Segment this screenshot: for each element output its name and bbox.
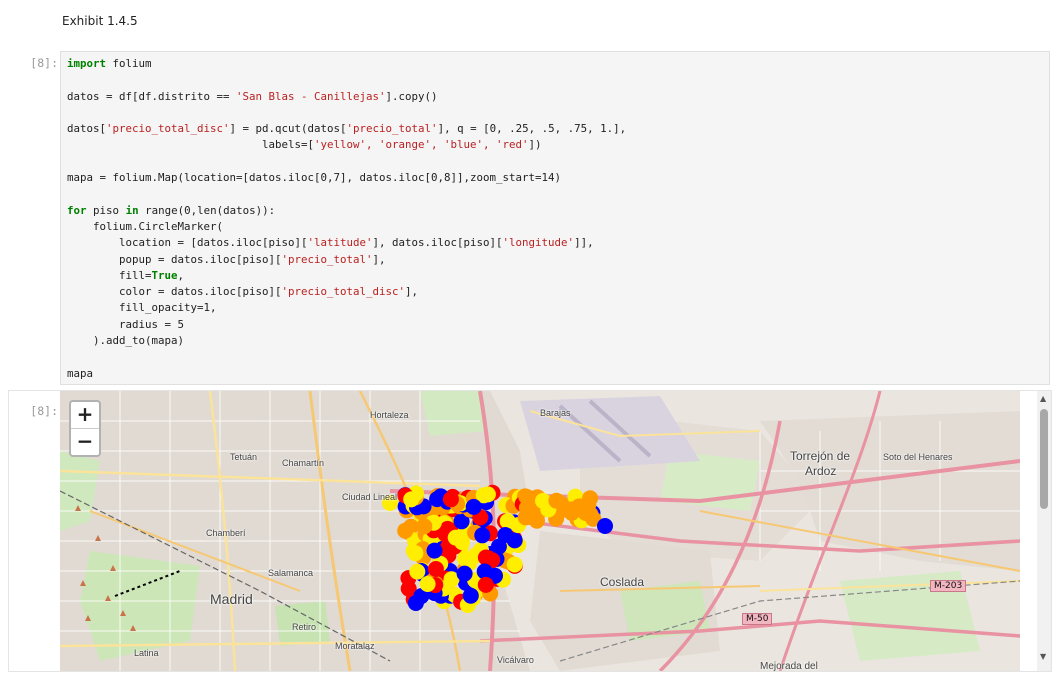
map-marker[interactable]	[403, 491, 420, 508]
label-hortaleza: Hortaleza	[370, 410, 409, 420]
label-mejorada: Mejorada del	[760, 661, 818, 671]
code-cell[interactable]: import folium datos = df[df.distrito == …	[60, 51, 1050, 385]
label-latina: Latina	[134, 648, 159, 658]
label-coslada: Coslada	[600, 575, 645, 589]
map-marker[interactable]	[506, 556, 523, 573]
map-marker[interactable]	[456, 565, 473, 582]
map-marker[interactable]	[462, 587, 479, 604]
map-marker[interactable]	[474, 527, 491, 544]
map-marker[interactable]	[582, 490, 599, 507]
input-prompt: [8]:	[30, 56, 58, 70]
label-soto: Soto del Henares	[883, 452, 953, 462]
map-marker[interactable]	[528, 512, 545, 529]
map-marker[interactable]	[409, 563, 426, 580]
label-moratalaz: Moratalaz	[335, 641, 375, 651]
label-tetuan: Tetuán	[230, 452, 258, 462]
label-vicalvaro: Vicálvaro	[497, 655, 534, 665]
label-torrejon-2: Ardoz	[805, 464, 837, 478]
map-marker[interactable]	[426, 542, 443, 559]
label-torrejon-1: Torrejón de	[790, 449, 851, 463]
map-marker[interactable]	[497, 527, 514, 543]
map-marker[interactable]	[518, 499, 535, 516]
map-marker[interactable]	[429, 491, 446, 508]
scroll-up-arrow-icon[interactable]: ▲	[1040, 394, 1046, 403]
map-marker[interactable]	[477, 549, 494, 566]
map-marker[interactable]	[548, 492, 565, 509]
label-retiro: Retiro	[292, 622, 317, 632]
label-chamberi: Chamberí	[206, 528, 246, 538]
output-scrollbar[interactable]: ▲ ▼	[1037, 391, 1051, 671]
label-ciudad-lineal: Ciudad Lineal	[342, 492, 398, 502]
output-prompt: [8]:	[30, 404, 58, 418]
map-marker[interactable]	[419, 576, 436, 592]
marker-layer[interactable]	[60, 391, 1020, 671]
map-marker[interactable]	[407, 545, 424, 562]
map-marker[interactable]	[447, 529, 464, 546]
label-madrid: Madrid	[210, 591, 253, 607]
scroll-down-arrow-icon[interactable]: ▼	[1040, 652, 1046, 661]
map-marker[interactable]	[397, 522, 414, 539]
zoom-out-button[interactable]: −	[71, 428, 99, 455]
map-marker[interactable]	[427, 561, 444, 577]
map-marker[interactable]	[442, 491, 459, 508]
zoom-control: + −	[69, 400, 101, 457]
map-marker[interactable]	[563, 504, 580, 521]
zoom-in-button[interactable]: +	[71, 402, 99, 428]
map-marker[interactable]	[465, 498, 482, 515]
label-m203: M-203	[930, 580, 967, 592]
map-marker[interactable]	[479, 486, 496, 503]
label-barajas: Barajas	[540, 408, 571, 418]
map-marker[interactable]	[477, 576, 494, 593]
label-m50: M-50	[742, 613, 773, 625]
label-salamanca: Salamanca	[268, 568, 314, 578]
folium-map[interactable]: Madrid Coslada Torrejón de Ardoz Soto de…	[60, 391, 1020, 671]
map-marker[interactable]	[416, 518, 433, 535]
exhibit-title: Exhibit 1.4.5	[62, 14, 138, 28]
markdown-cell: Exhibit 1.4.5	[62, 14, 138, 28]
label-chamartin: Chamartín	[282, 458, 325, 468]
map-marker[interactable]	[597, 518, 613, 534]
code-editor[interactable]: import folium datos = df[df.distrito == …	[61, 52, 1049, 382]
scrollbar-thumb[interactable]	[1040, 409, 1048, 509]
